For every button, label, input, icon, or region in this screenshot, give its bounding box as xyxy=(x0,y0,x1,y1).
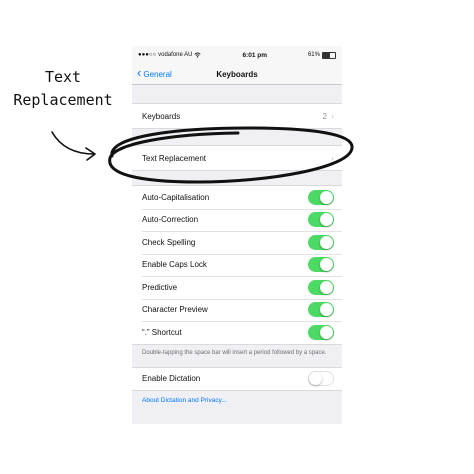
battery-icon xyxy=(321,51,336,59)
toggle-row: “.” Shortcut xyxy=(132,321,342,344)
toggle-switch[interactable] xyxy=(308,302,334,318)
toggle-switch[interactable] xyxy=(308,279,334,295)
row-label: Character Preview xyxy=(142,305,208,315)
toggle-switch[interactable] xyxy=(308,324,334,340)
row-label: Enable Caps Lock xyxy=(142,260,207,270)
row-label: “.” Shortcut xyxy=(142,327,182,337)
toggle-switch[interactable] xyxy=(308,212,334,228)
chevron-left-icon: ‹ xyxy=(137,65,142,80)
wifi-icon xyxy=(194,52,202,58)
chevron-right-icon: › xyxy=(331,153,334,163)
dictation-toggle[interactable] xyxy=(308,371,334,387)
text-replacement-group: Text Replacement › xyxy=(132,145,342,171)
toggle-row: Predictive xyxy=(132,276,342,299)
toggle-switch[interactable] xyxy=(308,189,334,205)
toggle-row: Auto-Correction xyxy=(132,208,342,232)
carrier-label: vodafone AU xyxy=(158,52,193,58)
text-replacement-row[interactable]: Text Replacement › xyxy=(132,146,342,170)
toggle-switch[interactable] xyxy=(308,257,334,273)
keyboards-row[interactable]: Keyboards 2 › xyxy=(132,104,342,128)
back-label: General xyxy=(143,69,172,79)
annotation-arrow-icon xyxy=(51,131,96,161)
keyboards-group: Keyboards 2 › xyxy=(132,103,342,129)
row-label: Auto-Capitalisation xyxy=(142,192,210,202)
status-bar: ●●●○○ vodafone AU 6:01 pm 61% xyxy=(132,46,342,64)
row-label: Enable Dictation xyxy=(142,374,201,384)
back-button[interactable]: ‹ General xyxy=(132,65,172,80)
status-time: 6:01 pm xyxy=(242,51,268,59)
row-label: Auto-Correction xyxy=(142,215,199,225)
keyboards-count: 2 xyxy=(322,111,327,121)
annotation-text: Text Replacement xyxy=(8,66,118,112)
row-label: Text Replacement xyxy=(142,153,207,163)
toggle-row: Auto-Capitalisation xyxy=(132,186,342,209)
annotation-line-1: Text xyxy=(44,68,82,86)
toggle-row: Check Spelling xyxy=(132,231,342,254)
battery-percent: 61% xyxy=(307,52,320,58)
toggle-row: Character Preview xyxy=(132,298,342,322)
keyboard-toggles-group: Auto-Capitalisation Auto-Correction Check … xyxy=(132,185,342,345)
shortcut-footnote: Double-tapping the space bar will insert… xyxy=(142,349,327,356)
row-label: Check Spelling xyxy=(142,237,196,247)
navigation-bar: ‹ General Keyboards xyxy=(132,64,342,85)
enable-dictation-row: Enable Dictation xyxy=(132,368,342,391)
phone-screen: ●●●○○ vodafone AU 6:01 pm 61% ‹ General … xyxy=(132,46,342,424)
dictation-group: Enable Dictation xyxy=(132,366,342,391)
annotation-line-2: Replacement xyxy=(13,91,113,109)
row-label: Keyboards xyxy=(142,111,181,121)
signal-icon: ●●●○○ xyxy=(138,52,157,58)
dictation-privacy-link[interactable]: About Dictation and Privacy... xyxy=(132,391,342,410)
row-label: Predictive xyxy=(142,282,178,292)
chevron-right-icon: › xyxy=(331,111,334,121)
toggle-switch[interactable] xyxy=(308,234,334,250)
toggle-row: Enable Caps Lock xyxy=(132,253,342,277)
